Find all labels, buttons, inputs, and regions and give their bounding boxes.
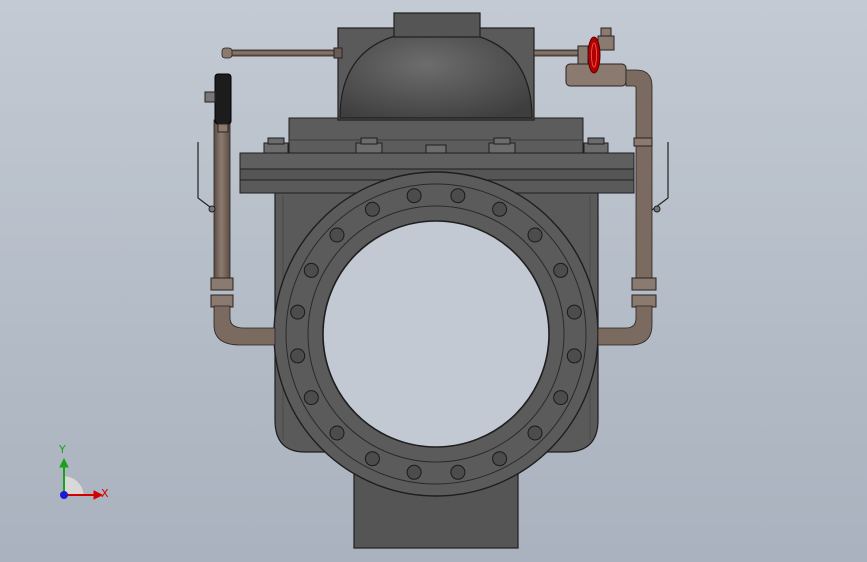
- bolt-hole: [290, 304, 306, 320]
- bolt-hole: [364, 451, 380, 467]
- bolt-hole: [303, 262, 319, 278]
- bolt-hole: [492, 451, 508, 467]
- bolt-hole: [364, 201, 380, 217]
- y-axis-label: Y: [59, 443, 66, 456]
- bolt-hole: [553, 262, 569, 278]
- x-axis-label: X: [101, 487, 109, 500]
- bolt-hole: [527, 425, 543, 441]
- bolt-hole: [329, 425, 345, 441]
- valve-model: [197, 12, 669, 549]
- bolt-hole: [290, 348, 306, 364]
- bolt-hole: [406, 188, 422, 204]
- cad-viewport[interactable]: X Y: [0, 0, 867, 562]
- pressure-gauge-icon: [204, 73, 232, 133]
- bolt-hole: [450, 188, 466, 204]
- inlet-flange: [273, 171, 599, 497]
- bolt-hole: [450, 464, 466, 480]
- bolt-hole: [329, 227, 345, 243]
- bolt-hole: [303, 390, 319, 406]
- valve-cover: [337, 12, 535, 121]
- bolt-hole: [492, 201, 508, 217]
- bolt-hole: [527, 227, 543, 243]
- bolt-hole: [566, 304, 582, 320]
- bolt-hole: [566, 348, 582, 364]
- bolt-hole: [553, 390, 569, 406]
- bolt-hole: [406, 464, 422, 480]
